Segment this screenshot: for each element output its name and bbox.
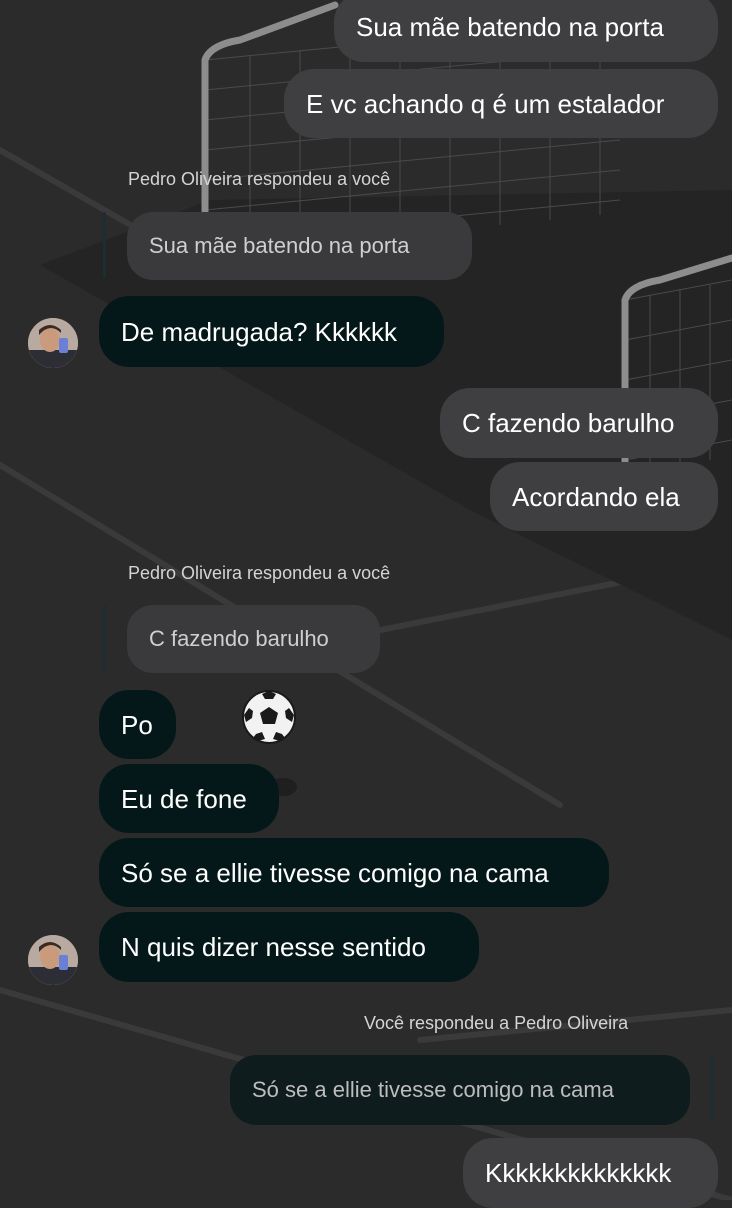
reply-quoted-message[interactable]: Só se a ellie tivesse comigo na cama bbox=[230, 1055, 690, 1125]
message-bubble-outgoing[interactable]: Kkkkkkkkkkkkkk bbox=[463, 1138, 718, 1208]
message-bubble-outgoing[interactable]: Sua mãe batendo na porta bbox=[334, 0, 718, 62]
message-bubble-outgoing[interactable]: E vc achando q é um estalador bbox=[284, 69, 718, 138]
message-bubble-incoming[interactable]: N quis dizer nesse sentido bbox=[99, 912, 479, 982]
reply-quoted-message[interactable]: C fazendo barulho bbox=[127, 605, 380, 673]
reply-caption: Pedro Oliveira respondeu a você bbox=[128, 169, 391, 189]
reply-indicator-bar bbox=[103, 212, 106, 278]
contact-avatar[interactable] bbox=[28, 318, 78, 368]
message-bubble-incoming[interactable]: Só se a ellie tivesse comigo na cama bbox=[99, 838, 609, 907]
avatar-photo bbox=[28, 318, 78, 368]
reply-caption: Pedro Oliveira respondeu a você bbox=[128, 563, 391, 583]
message-bubble-outgoing[interactable]: C fazendo barulho bbox=[440, 388, 718, 458]
message-bubble-incoming[interactable]: Po bbox=[99, 690, 176, 759]
soccer-ball-icon bbox=[242, 690, 296, 744]
message-bubble-outgoing[interactable]: Acordando ela bbox=[490, 462, 718, 531]
reply-caption: Você respondeu a Pedro Oliveira bbox=[364, 1013, 629, 1033]
message-bubble-incoming[interactable]: Eu de fone bbox=[99, 764, 279, 833]
reply-quoted-message[interactable]: Sua mãe batendo na porta bbox=[127, 212, 472, 280]
message-bubble-incoming[interactable]: De madrugada? Kkkkkk bbox=[99, 296, 444, 367]
avatar-photo bbox=[28, 935, 78, 985]
reply-indicator-bar bbox=[710, 1055, 713, 1121]
contact-avatar[interactable] bbox=[28, 935, 78, 985]
reply-indicator-bar bbox=[103, 605, 106, 671]
